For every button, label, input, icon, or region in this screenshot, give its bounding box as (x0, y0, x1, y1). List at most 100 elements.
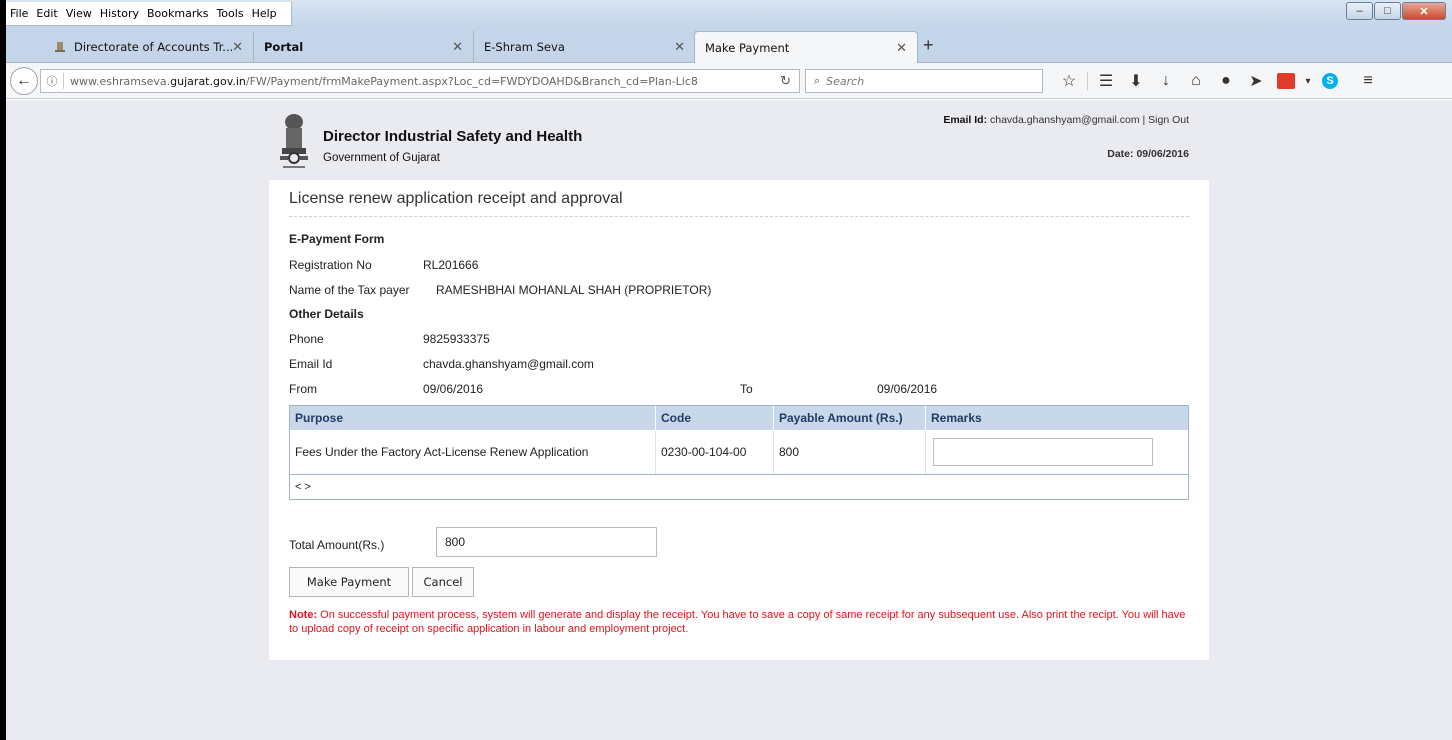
window-controls: – □ ✕ (1345, 2, 1446, 20)
cancel-button[interactable]: Cancel (412, 567, 474, 597)
org-subtitle: Government of Gujarat (323, 152, 440, 164)
phone-label: Phone (289, 332, 324, 346)
tab-title: Make Payment (705, 41, 790, 55)
page-title: License renew application receipt and ap… (289, 190, 623, 207)
hamburger-menu-icon[interactable]: ≡ (1353, 72, 1383, 90)
table-pager[interactable]: < > (290, 474, 1188, 499)
toolbar-separator (1087, 72, 1088, 90)
cell-remarks (926, 430, 1188, 474)
email-line: Email Id: chavda.ghanshyam@gmail.com | S… (943, 114, 1189, 126)
url-bar[interactable]: ⓘ www.eshramseva.gujarat.gov.in/FW/Payme… (40, 69, 800, 93)
header-code: Code (656, 406, 774, 430)
header-remarks: Remarks (931, 411, 982, 425)
url-separator (63, 73, 64, 89)
emblem-favicon-icon (52, 40, 68, 54)
total-amount-field[interactable] (436, 527, 657, 557)
minimize-icon: – (1356, 5, 1363, 17)
email-value: chavda.ghanshyam@gmail.com (423, 357, 594, 371)
site-header: Director Industrial Safety and Health Go… (269, 108, 1209, 178)
send-icon[interactable]: ➤ (1241, 71, 1271, 91)
maximize-icon: □ (1384, 5, 1391, 17)
skype-icon[interactable]: S (1322, 73, 1338, 89)
pocket-icon[interactable]: ⬇ (1121, 71, 1151, 91)
cell-amount: 800 (774, 430, 926, 474)
download-icon[interactable]: ↓ (1151, 72, 1181, 90)
total-amount-label: Total Amount(Rs.) (289, 538, 385, 552)
cell-code: 0230-00-104-00 (656, 430, 774, 474)
registration-label: Registration No (289, 258, 372, 272)
menu-history[interactable]: History (100, 7, 139, 20)
search-icon: ⌕ (814, 74, 821, 87)
tab-title: Portal (264, 40, 304, 54)
header-purpose: Purpose (290, 406, 656, 430)
page-viewport: Director Industrial Safety and Health Go… (6, 100, 1452, 740)
menu-tools[interactable]: Tools (216, 7, 243, 20)
tab-close-icon[interactable]: ✕ (896, 41, 907, 56)
menubar: File Edit View History Bookmarks Tools H… (6, 0, 1452, 27)
reading-list-icon[interactable]: ☰ (1091, 71, 1121, 91)
header-amount: Payable Amount (Rs.) (774, 406, 926, 430)
browser-window: File Edit View History Bookmarks Tools H… (6, 0, 1452, 740)
phone-value: 9825933375 (423, 332, 490, 346)
payment-note: Note: On successful payment process, sys… (289, 608, 1189, 636)
minimize-button[interactable]: – (1346, 2, 1373, 20)
url-text[interactable]: www.eshramseva.gujarat.gov.in/FW/Payment… (70, 75, 750, 88)
toolbar-icons: ☆ ☰ ⬇ ↓ ⌂ ● ➤ ▾ S ≡ (1054, 69, 1383, 93)
menu-items: File Edit View History Bookmarks Tools H… (6, 2, 292, 26)
table-header: Purpose Code Payable Amount (Rs.) Remark… (290, 406, 1188, 430)
note-text: On successful payment process, system wi… (289, 609, 1186, 635)
section-label: Other Details (289, 307, 364, 321)
date-label: Date: (1107, 148, 1134, 160)
bookmark-star-icon[interactable]: ☆ (1054, 71, 1084, 91)
section-label: E-Payment Form (289, 232, 385, 246)
tab-portal[interactable]: Portal ✕ (254, 31, 474, 63)
dropdown-arrow-icon[interactable]: ▾ (1301, 76, 1315, 87)
emblem-logo-icon (277, 112, 311, 174)
maximize-button[interactable]: □ (1374, 2, 1401, 20)
email-label: Email Id (289, 357, 333, 371)
make-payment-button[interactable]: Make Payment (289, 567, 409, 597)
tab-make-payment[interactable]: Make Payment ✕ (694, 31, 918, 64)
back-button[interactable]: ← (10, 67, 38, 95)
home-icon[interactable]: ⌂ (1181, 72, 1211, 90)
tab-bar: Directorate of Accounts Tr... ✕ Portal ✕… (6, 27, 1452, 64)
search-input[interactable]: ⌕ Search (805, 69, 1043, 93)
url-prefix: www.eshramseva. (70, 74, 171, 88)
reload-icon[interactable]: ↻ (780, 73, 791, 89)
menu-view[interactable]: View (66, 7, 92, 20)
to-label: To (740, 382, 753, 396)
tab-title: E-Shram Seva (484, 40, 565, 54)
date-line: Date: 09/06/2016 (1107, 148, 1189, 160)
user-email: chavda.ghanshyam@gmail.com (990, 114, 1140, 126)
tab-title: Directorate of Accounts Tr... (74, 40, 234, 54)
search-placeholder: Search (826, 74, 865, 88)
url-domain: gujarat.gov.in (170, 74, 246, 88)
taxpayer-label: Name of the Tax payer (289, 283, 410, 297)
tab-eshram[interactable]: E-Shram Seva ✕ (474, 31, 696, 63)
url-path: /FW/Payment/frmMakePayment.aspx?Loc_cd=F… (245, 74, 698, 88)
new-tab-icon[interactable]: + (923, 35, 934, 56)
to-value: 09/06/2016 (877, 382, 938, 396)
org-title: Director Industrial Safety and Health (323, 128, 583, 145)
back-arrow-icon: ← (16, 72, 32, 89)
new-badge-icon[interactable] (1277, 73, 1295, 89)
cell-purpose: Fees Under the Factory Act-License Renew… (290, 430, 656, 474)
info-icon[interactable]: ⓘ (41, 73, 63, 89)
menu-bookmarks[interactable]: Bookmarks (147, 7, 208, 20)
menu-edit[interactable]: Edit (36, 7, 57, 20)
title-divider (289, 216, 1189, 217)
tab-directorate[interactable]: Directorate of Accounts Tr... ✕ (42, 31, 254, 63)
menu-file[interactable]: File (10, 7, 28, 20)
close-icon: ✕ (1419, 5, 1429, 18)
from-value: 09/06/2016 (423, 382, 484, 396)
close-window-button[interactable]: ✕ (1402, 2, 1446, 20)
tab-close-icon[interactable]: ✕ (674, 40, 685, 55)
sign-out-link[interactable]: Sign Out (1148, 114, 1189, 126)
tab-close-icon[interactable]: ✕ (452, 40, 463, 55)
tab-close-icon[interactable]: ✕ (232, 40, 243, 55)
fee-table: Purpose Code Payable Amount (Rs.) Remark… (289, 405, 1189, 500)
remarks-input[interactable] (933, 438, 1153, 466)
menu-help[interactable]: Help (252, 7, 277, 20)
nav-toolbar: ← ⓘ www.eshramseva.gujarat.gov.in/FW/Pay… (6, 63, 1452, 99)
chat-icon[interactable]: ● (1211, 72, 1241, 90)
